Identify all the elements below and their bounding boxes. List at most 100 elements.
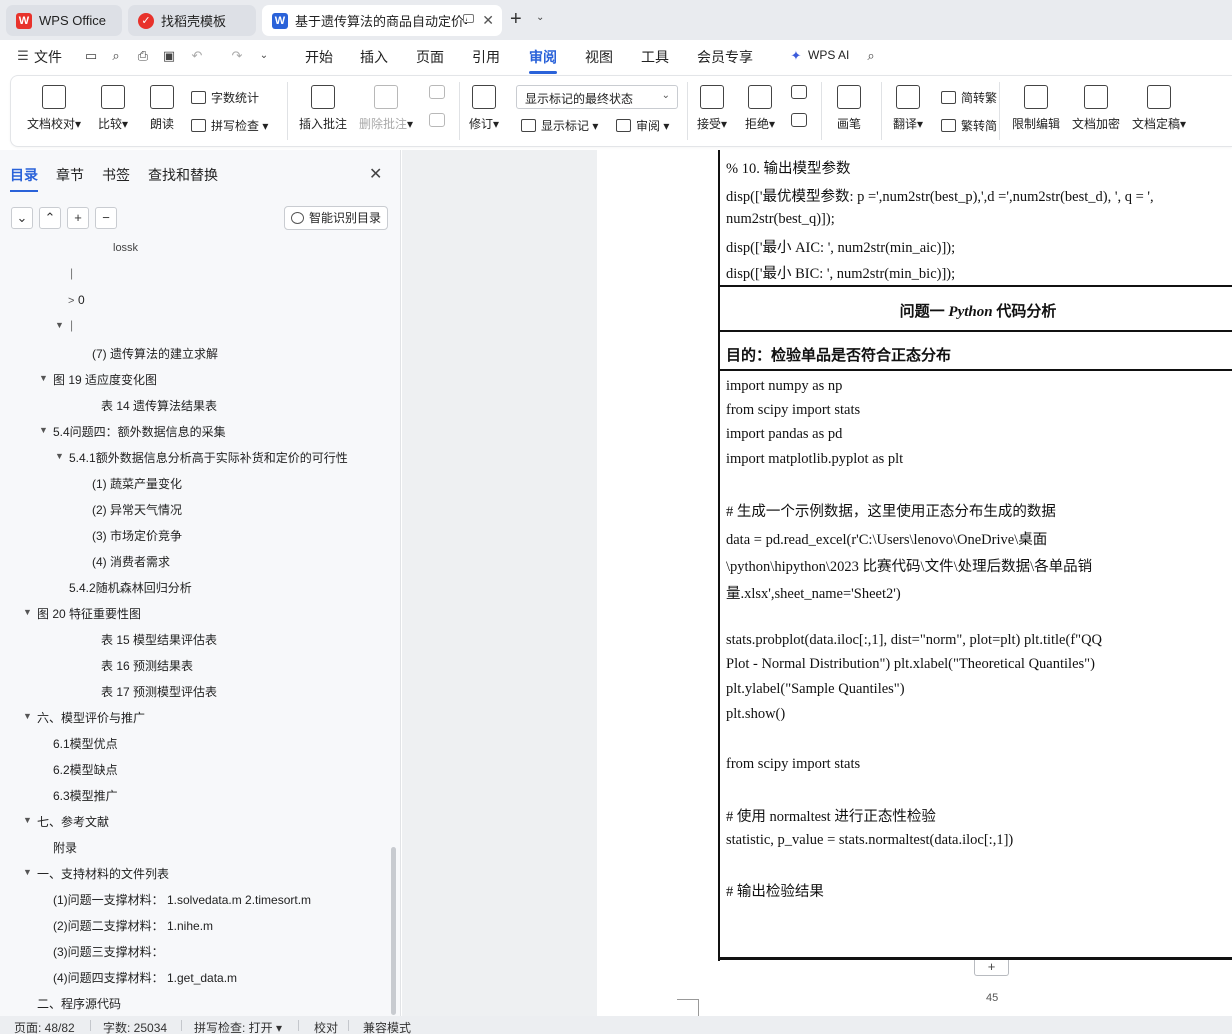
toc-item[interactable]: 图 20 特征重要性图 bbox=[37, 605, 141, 622]
print-preview-icon[interactable]: ▣ bbox=[162, 49, 176, 63]
trad-to-simp-button[interactable]: 繁转简 bbox=[941, 117, 997, 134]
tab-wps-office[interactable]: W WPS Office bbox=[6, 5, 122, 36]
translate-button[interactable]: 翻译▾ bbox=[893, 85, 923, 132]
collapse-icon[interactable]: ▼ bbox=[23, 711, 32, 721]
collapse-icon[interactable]: ▼ bbox=[55, 320, 64, 330]
reject-button[interactable]: 拒绝▾ bbox=[745, 85, 775, 132]
collapse-all-icon[interactable]: − bbox=[95, 207, 117, 229]
encrypt-button[interactable]: 文档加密 bbox=[1072, 85, 1120, 132]
menu-review[interactable]: 审阅 bbox=[529, 47, 557, 74]
menu-file[interactable]: 文件 bbox=[34, 47, 62, 67]
menu-membership[interactable]: 会员专享 bbox=[697, 47, 753, 67]
toc-item[interactable]: | bbox=[70, 318, 73, 332]
search-icon[interactable]: ⌕ bbox=[864, 49, 878, 63]
toc-item[interactable]: (4) 消费者需求 bbox=[92, 553, 170, 570]
collapse-icon[interactable]: ▼ bbox=[23, 607, 32, 617]
toc-item[interactable]: 表 17 预测模型评估表 bbox=[101, 683, 217, 700]
menu-layout[interactable]: 页面 bbox=[416, 47, 444, 67]
toc-item[interactable]: 二、程序源代码 bbox=[37, 995, 121, 1012]
redo-icon[interactable]: ↷ bbox=[230, 49, 244, 63]
chevron-down-icon[interactable]: ⌄ bbox=[257, 49, 271, 63]
toc-item[interactable]: (4)问题四支撑材料： 1.get_data.m bbox=[53, 969, 237, 986]
menu-references[interactable]: 引用 bbox=[472, 47, 500, 67]
tab-document[interactable]: W 基于遗传算法的商品自动定价与 ✕ bbox=[262, 5, 502, 36]
collapse-icon[interactable]: ▼ bbox=[39, 373, 48, 383]
toc-item[interactable]: lossk bbox=[113, 242, 138, 254]
new-tab-icon[interactable]: + bbox=[510, 9, 522, 29]
toc-item[interactable]: 6.3模型推广 bbox=[53, 787, 118, 804]
toc-item[interactable]: 附录 bbox=[53, 839, 77, 856]
menu-tools[interactable]: 工具 bbox=[641, 47, 669, 67]
toc-item[interactable]: 5.4.1额外数据信息分析高于实际补货和定价的可行性 bbox=[69, 449, 348, 466]
smart-toc-button[interactable]: 智能识别目录 bbox=[284, 206, 388, 230]
tab-docer[interactable]: ✓ 找稻壳模板 bbox=[128, 5, 256, 36]
toc-item[interactable]: 表 16 预测结果表 bbox=[101, 657, 193, 674]
spell-check-status[interactable]: 拼写检查: 打开 ▾ bbox=[194, 1019, 282, 1034]
toc-item[interactable]: (2) 异常天气情况 bbox=[92, 501, 182, 518]
toc-item[interactable]: 六、模型评价与推广 bbox=[37, 709, 145, 726]
expand-icon[interactable]: > bbox=[68, 295, 74, 307]
markup-state-select[interactable]: 显示标记的最终状态 ⌄ bbox=[516, 85, 678, 109]
prev-change-button[interactable] bbox=[791, 85, 807, 105]
next-change-button[interactable] bbox=[791, 113, 807, 133]
read-aloud-button[interactable]: 朗读 bbox=[150, 85, 174, 132]
restrict-edit-button[interactable]: 限制编辑 bbox=[1012, 85, 1060, 132]
menu-wps-ai[interactable]: WPS AI bbox=[808, 48, 849, 62]
accept-button[interactable]: 接受▾ bbox=[697, 85, 727, 132]
insert-comment-button[interactable]: 插入批注 bbox=[299, 85, 347, 132]
collapse-icon[interactable]: ▼ bbox=[39, 425, 48, 435]
toc-item[interactable]: (7) 遗传算法的建立求解 bbox=[92, 345, 218, 362]
next-comment-button[interactable] bbox=[429, 113, 445, 133]
collapse-icon[interactable]: ▼ bbox=[55, 451, 64, 461]
doc-check-button[interactable]: 文档校对▾ bbox=[27, 85, 81, 132]
nav-scrollbar[interactable] bbox=[391, 847, 396, 1015]
nav-tab-sections[interactable]: 章节 bbox=[56, 165, 84, 185]
nav-tab-bookmarks[interactable]: 书签 bbox=[102, 165, 130, 185]
collapse-icon[interactable]: ▼ bbox=[23, 867, 32, 877]
close-icon[interactable]: ✕ bbox=[369, 164, 382, 184]
page-indicator[interactable]: 页面: 48/82 bbox=[14, 1019, 75, 1034]
collapse-up-icon[interactable]: ⌃ bbox=[39, 207, 61, 229]
nav-tab-find-replace[interactable]: 查找和替换 bbox=[148, 165, 218, 185]
collapse-icon[interactable]: ▼ bbox=[23, 815, 32, 825]
undo-icon[interactable]: ↶ bbox=[190, 49, 204, 63]
print-icon[interactable]: ⎙ bbox=[136, 49, 150, 63]
prev-comment-button[interactable] bbox=[429, 85, 445, 105]
toc-item[interactable]: 5.4问题四：额外数据信息的采集 bbox=[53, 423, 226, 440]
toc-item[interactable]: 表 15 模型结果评估表 bbox=[101, 631, 217, 648]
toc-item[interactable]: 一、支持材料的文件列表 bbox=[37, 865, 169, 882]
spell-check-button[interactable]: 拼写检查 ▾ bbox=[191, 117, 268, 134]
simp-to-trad-button[interactable]: 简转繁 bbox=[941, 89, 997, 106]
save-icon[interactable]: ▭ bbox=[84, 49, 98, 63]
compare-button[interactable]: 比较▾ bbox=[98, 85, 128, 132]
pen-button[interactable]: 画笔 bbox=[837, 85, 861, 132]
menu-home[interactable]: 开始 bbox=[305, 47, 333, 67]
hamburger-icon[interactable]: ☰ bbox=[16, 49, 30, 63]
close-tab-icon[interactable]: ✕ bbox=[482, 12, 494, 29]
add-row-button[interactable]: + bbox=[974, 960, 1009, 976]
toc-item[interactable]: (1)问题一支撑材料： 1.solvedata.m 2.timesort.m bbox=[53, 891, 311, 908]
toc-item[interactable]: (1) 蔬菜产量变化 bbox=[92, 475, 182, 492]
collapse-down-icon[interactable]: ⌄ bbox=[11, 207, 33, 229]
toc-item[interactable]: 0 bbox=[78, 293, 85, 307]
toc-item[interactable]: 6.1模型优点 bbox=[53, 735, 118, 752]
toc-item[interactable]: 表 14 遗传算法结果表 bbox=[101, 397, 217, 414]
expand-all-icon[interactable]: + bbox=[67, 207, 89, 229]
toc-item[interactable]: 七、参考文献 bbox=[37, 813, 109, 830]
finalize-button[interactable]: 文档定稿▾ bbox=[1132, 85, 1186, 132]
toc-item[interactable]: 图 19 适应度变化图 bbox=[53, 371, 157, 388]
toc-item[interactable]: 5.4.2随机森林回归分析 bbox=[69, 579, 192, 596]
export-icon[interactable]: ⌕ bbox=[109, 49, 123, 63]
toc-item[interactable]: (3) 市场定价竞争 bbox=[92, 527, 182, 544]
toc-item[interactable]: 6.2模型缺点 bbox=[53, 761, 118, 778]
nav-tab-toc[interactable]: 目录 bbox=[10, 165, 38, 192]
show-markup-button[interactable]: 显示标记 ▾ bbox=[521, 117, 598, 134]
window-mode-icon[interactable] bbox=[463, 14, 474, 23]
review-pane-button[interactable]: 审阅 ▾ bbox=[616, 117, 669, 134]
toc-item[interactable]: | bbox=[70, 266, 73, 280]
proof-status[interactable]: 校对 bbox=[314, 1019, 338, 1034]
toc-item[interactable]: (2)问题二支撑材料： 1.nihe.m bbox=[53, 917, 213, 934]
document-canvas[interactable]: % 10. 输出模型参数 disp(['最优模型参数: p =',num2str… bbox=[402, 150, 1232, 1016]
word-count-status[interactable]: 字数: 25034 bbox=[103, 1019, 167, 1034]
menu-view[interactable]: 视图 bbox=[585, 47, 613, 67]
